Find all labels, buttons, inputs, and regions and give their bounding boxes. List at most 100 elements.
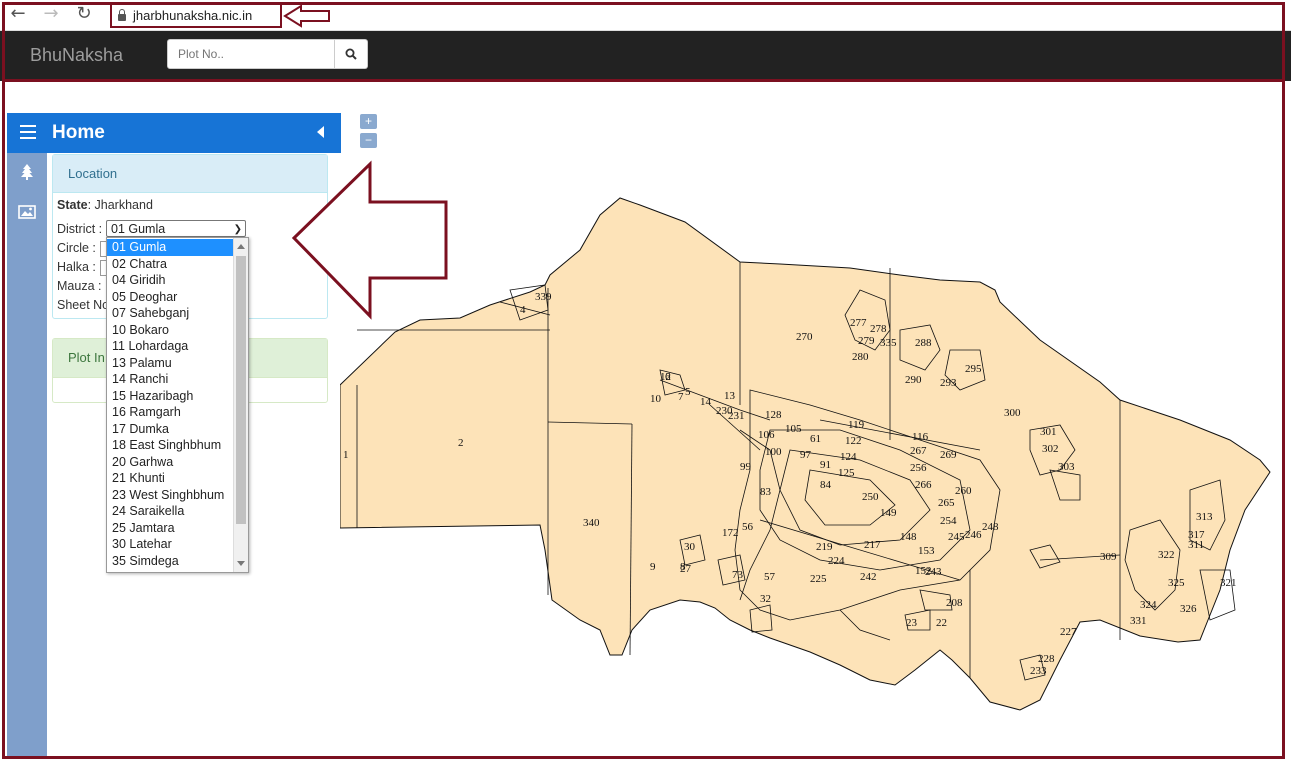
zoom-in-button[interactable]: +	[360, 114, 377, 129]
plot-label[interactable]: 32	[760, 593, 771, 605]
plot-label[interactable]: 250	[862, 491, 879, 503]
plot-label[interactable]: 128	[765, 409, 782, 421]
plot-label[interactable]: 1	[343, 449, 349, 461]
plot-label[interactable]: 245	[948, 531, 965, 543]
plot-label[interactable]: 324	[1140, 599, 1157, 611]
plot-label[interactable]: 300	[1004, 407, 1021, 419]
plot-label[interactable]: 224	[828, 555, 845, 567]
plot-label[interactable]: 91	[820, 459, 831, 471]
plot-label[interactable]: 254	[940, 515, 957, 527]
plot-label[interactable]: 317	[1188, 529, 1205, 541]
plot-label[interactable]: 302	[1042, 443, 1059, 455]
district-option[interactable]: 13 Palamu	[107, 355, 233, 372]
plot-label[interactable]: 219	[816, 541, 833, 553]
plot-label[interactable]: 321	[1220, 577, 1237, 589]
district-option[interactable]: 17 Dumka	[107, 421, 233, 438]
district-option[interactable]: 15 Hazaribagh	[107, 388, 233, 405]
district-option[interactable]: 07 Sahebganj	[107, 305, 233, 322]
scroll-down-icon[interactable]	[237, 561, 245, 566]
plot-label[interactable]: 277	[850, 317, 867, 329]
plot-label[interactable]: 246	[965, 529, 982, 541]
collapse-sidebar-icon[interactable]	[317, 126, 324, 138]
plot-label[interactable]: 288	[915, 337, 932, 349]
plot-label[interactable]: 56	[742, 521, 754, 533]
district-option[interactable]: 30 Latehar	[107, 536, 233, 553]
tree-icon[interactable]	[17, 163, 37, 181]
plot-label[interactable]: 5	[685, 386, 691, 398]
plot-label[interactable]: 23	[906, 617, 918, 629]
district-option[interactable]: 01 Gumla	[107, 239, 233, 256]
plot-label[interactable]: 84	[820, 479, 832, 491]
plot-label[interactable]: 97	[800, 449, 812, 461]
plot-label[interactable]: 290	[905, 374, 922, 386]
plot-label[interactable]: 301	[1040, 426, 1057, 438]
plot-label[interactable]: 233	[1030, 665, 1047, 677]
plot-label[interactable]: 2	[458, 437, 464, 449]
plot-label[interactable]: 8	[680, 561, 686, 573]
cadastral-map[interactable]: 1243393402703003013023033093113223253263…	[340, 190, 1280, 750]
district-option[interactable]: 20 Garhwa	[107, 454, 233, 471]
plot-label[interactable]: 13	[724, 390, 736, 402]
plot-label[interactable]: 227	[1060, 626, 1077, 638]
plot-label[interactable]: 228	[1038, 653, 1055, 665]
plot-label[interactable]: 309	[1100, 551, 1117, 563]
scroll-up-icon[interactable]	[237, 244, 245, 249]
search-button[interactable]	[335, 39, 368, 69]
plot-label[interactable]: 116	[912, 431, 929, 443]
dropdown-scrollbar[interactable]	[233, 238, 248, 572]
plot-label[interactable]: 331	[1130, 615, 1147, 627]
plot-label[interactable]: 322	[1158, 549, 1175, 561]
plot-label[interactable]: 9	[650, 561, 656, 573]
plot-label[interactable]: 231	[728, 410, 745, 422]
plot-label[interactable]: 279	[858, 335, 875, 347]
district-option[interactable]: 25 Jamtara	[107, 520, 233, 537]
zoom-out-button[interactable]: −	[360, 133, 377, 148]
plot-label[interactable]: 125	[838, 467, 855, 479]
plot-label[interactable]: 248	[982, 521, 999, 533]
plot-label[interactable]: 265	[938, 497, 955, 509]
plot-label[interactable]: 243	[925, 566, 942, 578]
plot-label[interactable]: 30	[684, 541, 696, 553]
menu-icon[interactable]	[20, 125, 36, 139]
plot-search-input[interactable]	[167, 39, 335, 69]
plot-label[interactable]: 208	[946, 597, 963, 609]
plot-label[interactable]: 278	[870, 323, 887, 335]
plot-label[interactable]: 266	[915, 479, 932, 491]
plot-label[interactable]: 22	[936, 617, 947, 629]
plot-label[interactable]: 106	[758, 429, 775, 441]
plot-label[interactable]: 149	[880, 507, 897, 519]
district-option[interactable]: 16 Ramgarh	[107, 404, 233, 421]
plot-label[interactable]: 172	[722, 527, 739, 539]
address-bar[interactable]: jharbhunaksha.nic.in	[110, 2, 282, 28]
plot-label[interactable]: 280	[852, 351, 869, 363]
plot-label[interactable]: 6	[665, 371, 671, 383]
plot-label[interactable]: 335	[880, 337, 897, 349]
plot-label[interactable]: 340	[583, 517, 600, 529]
district-option[interactable]: 05 Deoghar	[107, 289, 233, 306]
reload-icon[interactable]: ↻	[72, 3, 96, 25]
plot-label[interactable]: 325	[1168, 577, 1185, 589]
district-option[interactable]: 24 Saraikella	[107, 503, 233, 520]
plot-label[interactable]: 303	[1058, 461, 1075, 473]
image-icon[interactable]	[17, 203, 37, 221]
plot-label[interactable]: 119	[848, 419, 865, 431]
plot-label[interactable]: 339	[535, 291, 552, 303]
district-option[interactable]: 35 Simdega	[107, 553, 233, 570]
plot-label[interactable]: 105	[785, 423, 802, 435]
plot-label[interactable]: 99	[740, 461, 752, 473]
plot-label[interactable]: 242	[860, 571, 877, 583]
plot-label[interactable]: 61	[810, 433, 821, 445]
plot-label[interactable]: 57	[764, 571, 776, 583]
forward-arrow-icon[interactable]: →	[39, 3, 63, 25]
scrollbar-thumb[interactable]	[236, 256, 246, 524]
plot-label[interactable]: 293	[940, 377, 957, 389]
plot-label[interactable]: 14	[700, 396, 712, 408]
plot-label[interactable]: 267	[910, 445, 927, 457]
district-option[interactable]: 18 East Singhbhum	[107, 437, 233, 454]
district-option[interactable]: 02 Chatra	[107, 256, 233, 273]
plot-label[interactable]: 326	[1180, 603, 1197, 615]
plot-label[interactable]: 73	[732, 569, 744, 581]
plot-label[interactable]: 270	[796, 331, 813, 343]
district-select[interactable]: 01 Gumla ❯	[106, 220, 246, 237]
district-option[interactable]: 21 Khunti	[107, 470, 233, 487]
